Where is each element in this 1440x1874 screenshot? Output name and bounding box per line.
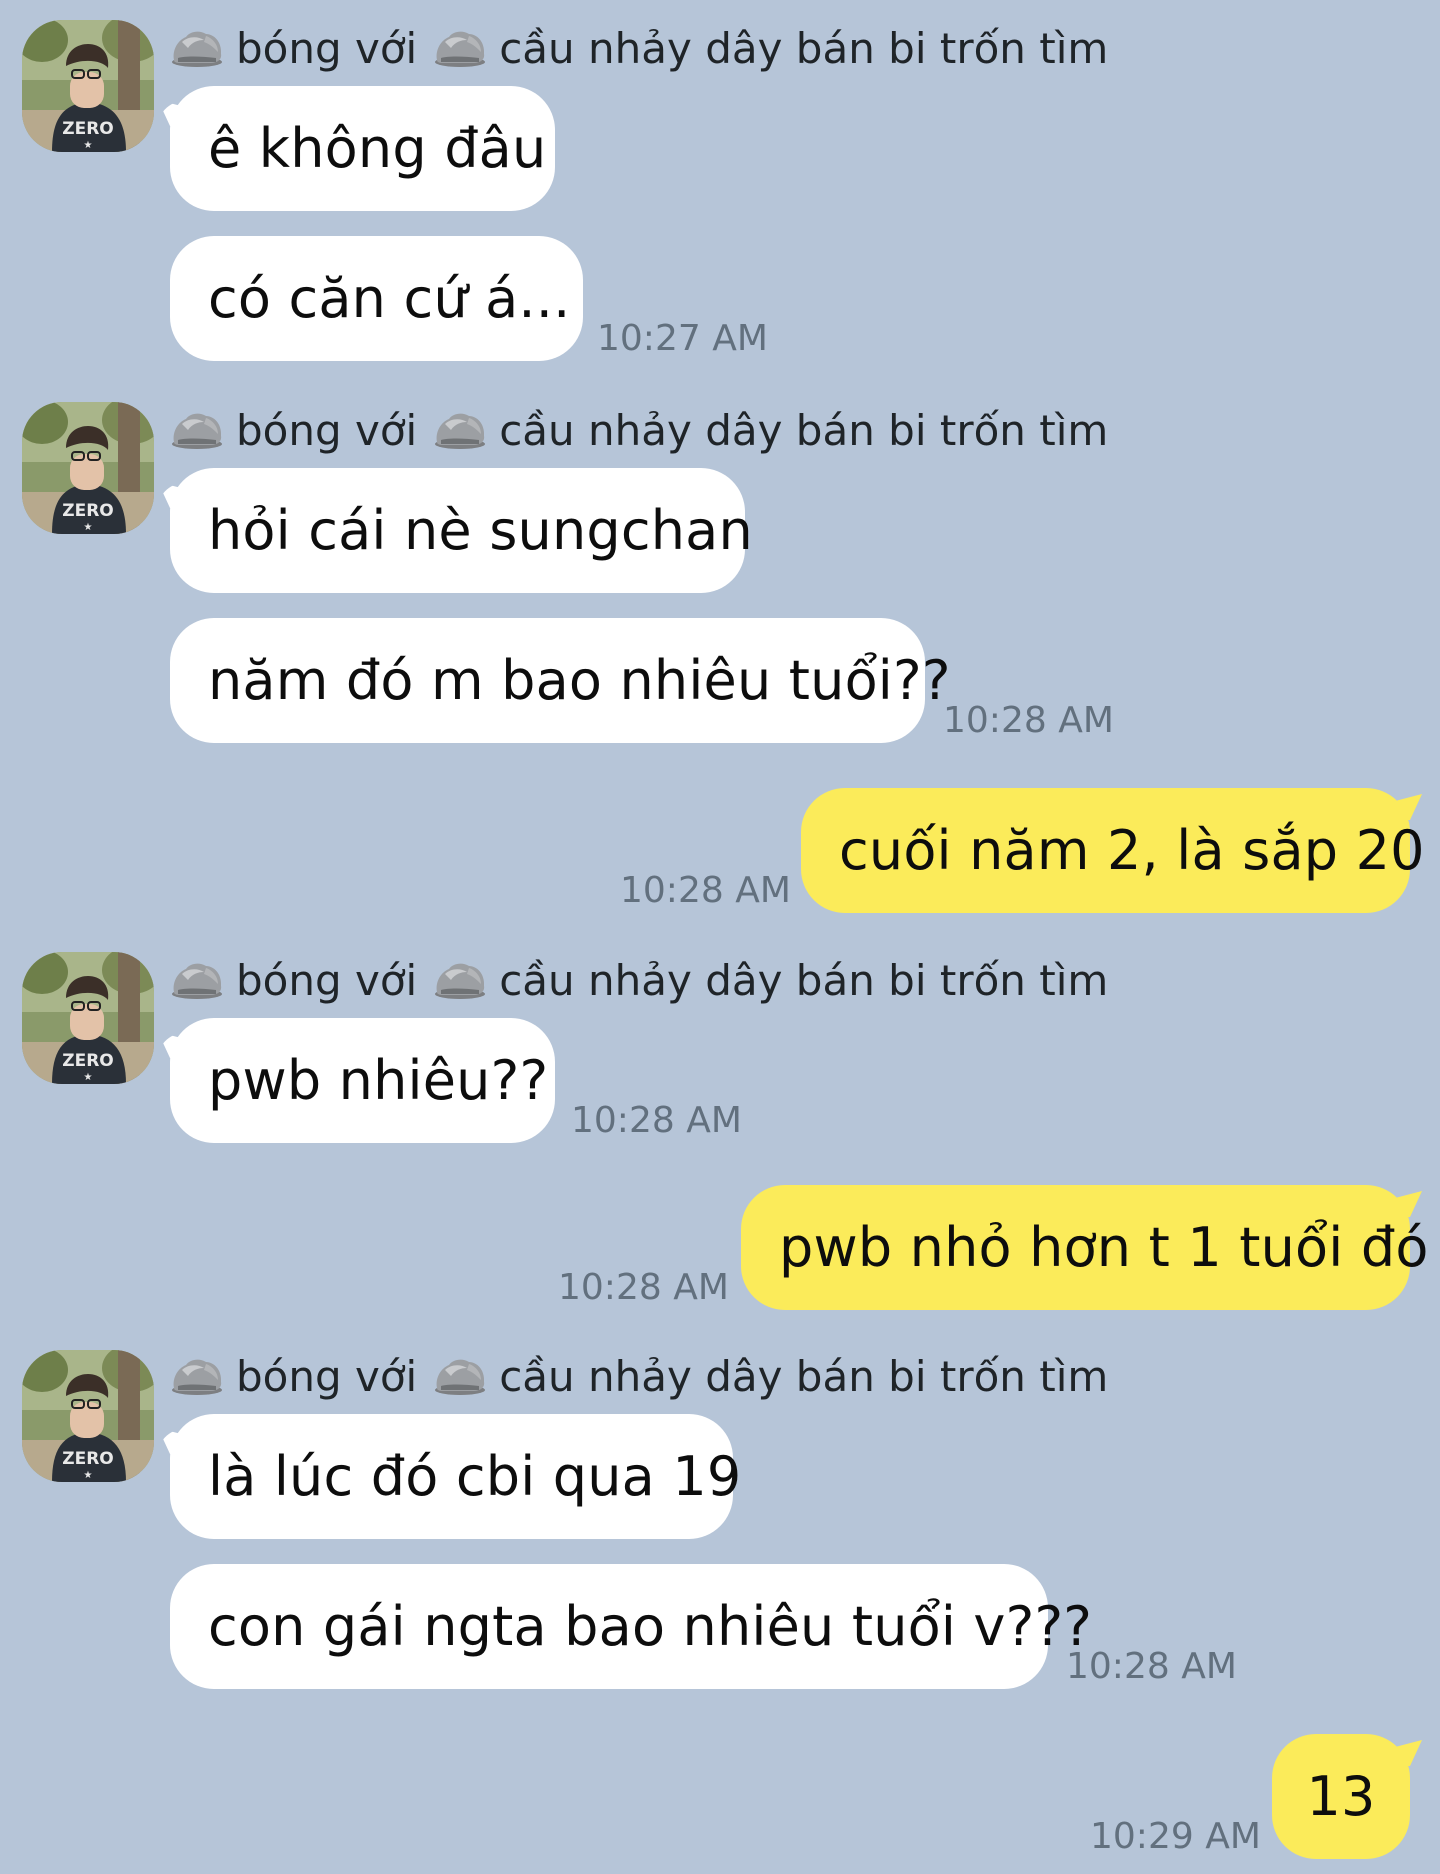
rock-icon <box>433 28 487 68</box>
message-timestamp: 10:28 AM <box>1066 1646 1237 1687</box>
sender-name[interactable]: bóng với cầu nhảy dây bán bi trốn tìm <box>170 1346 1124 1406</box>
incoming-message-bubble[interactable]: con gái ngta bao nhiêu tuổi v??? <box>170 1564 1092 1689</box>
sender-avatar[interactable] <box>22 402 154 534</box>
sender-name[interactable]: bóng với cầu nhảy dây bán bi trốn tìm <box>170 18 1124 78</box>
message-text: hỏi cái nè sungchan <box>208 499 753 562</box>
sender-name[interactable]: bóng với cầu nhảy dây bán bi trốn tìm <box>170 400 1124 460</box>
outgoing-message-bubble[interactable]: cuối năm 2, là sắp 20 <box>801 788 1425 913</box>
incoming-message-bubble[interactable]: là lúc đó cbi qua 19 <box>170 1414 741 1539</box>
message-text: pwb nhỏ hơn t 1 tuổi đó <box>779 1216 1429 1279</box>
sender-name-part2: cầu nhảy dây bán bi trốn tìm <box>499 405 1109 455</box>
message-timestamp: 10:28 AM <box>558 1267 729 1308</box>
message-timestamp: 10:29 AM <box>1090 1816 1261 1857</box>
sender-name-part2: cầu nhảy dây bán bi trốn tìm <box>499 23 1109 73</box>
message-text: 13 <box>1306 1765 1376 1828</box>
message-timestamp: 10:28 AM <box>943 700 1114 741</box>
incoming-message-bubble[interactable]: có căn cứ á... <box>170 236 583 361</box>
message-text: là lúc đó cbi qua 19 <box>208 1445 742 1508</box>
rock-icon <box>170 960 224 1000</box>
rock-icon <box>433 1356 487 1396</box>
incoming-message-bubble[interactable]: ê không đâu <box>170 86 555 211</box>
rock-icon <box>433 960 487 1000</box>
sender-name-part1: bóng với <box>236 405 418 455</box>
incoming-message-bubble[interactable]: pwb nhiêu?? <box>170 1018 555 1143</box>
message-timestamp: 10:27 AM <box>597 318 768 359</box>
message-text: năm đó m bao nhiêu tuổi?? <box>208 649 951 712</box>
sender-avatar[interactable] <box>22 20 154 152</box>
rock-icon <box>170 410 224 450</box>
message-text: cuối năm 2, là sắp 20 <box>839 819 1425 882</box>
rock-icon <box>170 28 224 68</box>
rock-icon <box>170 1356 224 1396</box>
message-text: ê không đâu <box>208 117 547 180</box>
chat-area[interactable]: bóng với cầu nhảy dây bán bi trốn tìm ê … <box>0 0 1440 1874</box>
message-timestamp: 10:28 AM <box>620 870 791 911</box>
incoming-message-bubble[interactable]: hỏi cái nè sungchan <box>170 468 753 593</box>
message-text: có căn cứ á... <box>208 267 571 330</box>
rock-icon <box>433 410 487 450</box>
message-text: pwb nhiêu?? <box>208 1049 549 1112</box>
sender-name-part2: cầu nhảy dây bán bi trốn tìm <box>499 1351 1109 1401</box>
outgoing-message-bubble[interactable]: 13 <box>1272 1734 1410 1859</box>
sender-name-part1: bóng với <box>236 955 418 1005</box>
incoming-message-bubble[interactable]: năm đó m bao nhiêu tuổi?? <box>170 618 951 743</box>
sender-name-part1: bóng với <box>236 1351 418 1401</box>
sender-name-part1: bóng với <box>236 23 418 73</box>
message-timestamp: 10:28 AM <box>571 1100 742 1141</box>
sender-name[interactable]: bóng với cầu nhảy dây bán bi trốn tìm <box>170 950 1124 1010</box>
sender-avatar[interactable] <box>22 1350 154 1482</box>
sender-avatar[interactable] <box>22 952 154 1084</box>
outgoing-message-bubble[interactable]: pwb nhỏ hơn t 1 tuổi đó <box>741 1185 1428 1310</box>
message-text: con gái ngta bao nhiêu tuổi v??? <box>208 1595 1093 1658</box>
sender-name-part2: cầu nhảy dây bán bi trốn tìm <box>499 955 1109 1005</box>
